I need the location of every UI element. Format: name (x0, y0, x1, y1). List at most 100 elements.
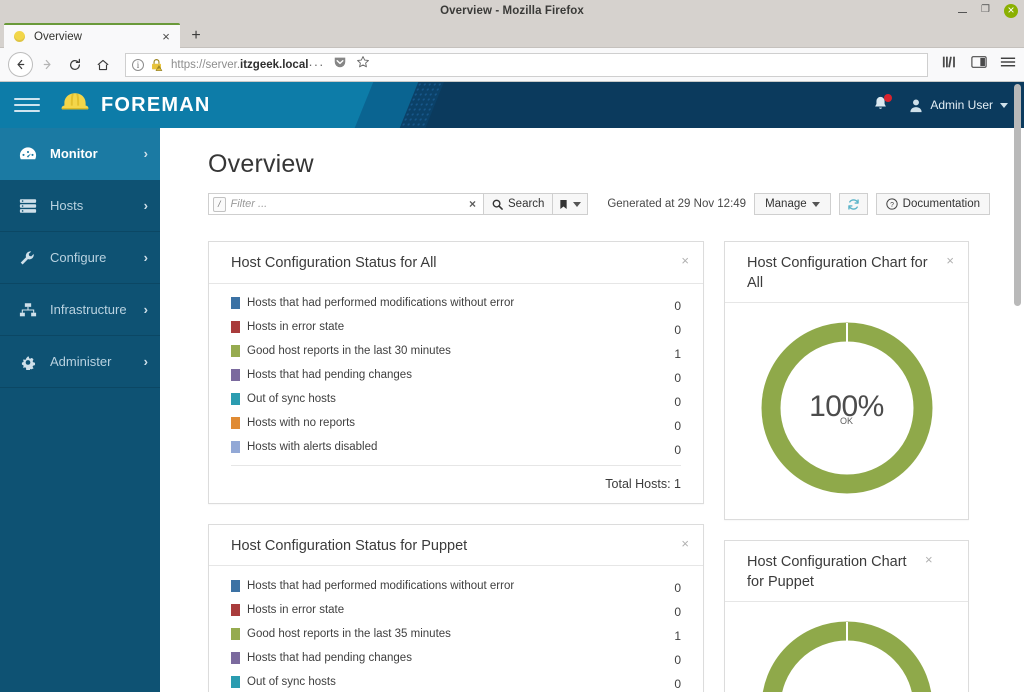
widget-title: Host Configuration Status for All (231, 255, 437, 271)
reload-icon (70, 58, 80, 70)
brand[interactable]: FOREMAN (60, 91, 211, 120)
manage-button[interactable]: Manage (754, 193, 831, 215)
library-icon[interactable] (942, 55, 958, 74)
donut-status: OK (839, 416, 853, 427)
widget-header: Host Configuration Chart for Puppet × (725, 541, 968, 603)
lock-warning-icon[interactable] (150, 58, 163, 71)
pocket-icon[interactable] (333, 55, 347, 74)
svg-text:?: ? (890, 202, 894, 209)
list-item[interactable]: Hosts with alerts disabled 0 (231, 438, 681, 457)
reload-button[interactable] (61, 51, 89, 79)
list-item[interactable]: Hosts with no reports 0 (231, 414, 681, 433)
tab-close-icon[interactable]: × (158, 30, 174, 43)
legend-label: Out of sync hosts (247, 393, 336, 406)
hamburger-menu-icon[interactable] (1000, 55, 1016, 74)
search-shortcut-badge: / (213, 196, 226, 212)
foreman-favicon-icon (14, 31, 25, 42)
close-button[interactable] (1004, 2, 1018, 19)
legend-swatch (231, 579, 240, 592)
widget-host-configuration-status-all: Host Configuration Status for All × Host… (208, 241, 704, 504)
legend-label: Hosts that had performed modifications w… (247, 297, 515, 310)
legend-value: 0 (674, 677, 681, 692)
close-icon[interactable]: × (925, 553, 933, 566)
notifications-button[interactable] (872, 94, 893, 115)
list-item[interactable]: Hosts that had performed modifications w… (231, 294, 681, 313)
list-item[interactable]: Hosts that had pending changes 0 (231, 366, 681, 385)
list-item[interactable]: Hosts in error state 0 (231, 318, 681, 337)
sidebar-item-configure[interactable]: Configure › (0, 232, 160, 284)
new-tab-button[interactable]: + (182, 23, 210, 48)
refresh-button[interactable] (838, 193, 868, 215)
list-item[interactable]: Good host reports in the last 35 minutes… (231, 624, 681, 643)
chevron-right-icon: › (143, 198, 148, 213)
bookmark-dropdown-button[interactable] (552, 193, 589, 215)
forward-button[interactable] (33, 51, 61, 79)
wrench-icon (18, 250, 37, 266)
sidebar-item-monitor[interactable]: Monitor › (0, 128, 160, 180)
user-avatar-icon (910, 98, 922, 112)
close-icon[interactable]: × (681, 537, 689, 550)
donut-chart-puppet[interactable]: 100% OK (758, 618, 936, 692)
browser-toolbar-right (936, 55, 1016, 74)
list-item[interactable]: Hosts in error state 0 (231, 600, 681, 619)
gear-icon (18, 354, 37, 370)
home-button[interactable] (89, 51, 117, 79)
donut-center-label: 100% OK (758, 618, 936, 692)
page-scrollbar[interactable] (1013, 82, 1022, 692)
tab-strip: Overview × + (0, 22, 1024, 48)
sidebar-icon[interactable] (971, 55, 987, 74)
url-bar[interactable]: i https://server.itzgeek.local ··· (125, 52, 928, 77)
widget-title: Host Configuration Chart for Puppet (747, 554, 907, 590)
close-icon[interactable]: × (681, 254, 689, 267)
list-item[interactable]: Good host reports in the last 30 minutes… (231, 342, 681, 361)
legend-swatch (231, 651, 240, 664)
site-identity[interactable]: i (132, 58, 163, 71)
total-hosts-label: Total Hosts: 1 (231, 464, 681, 491)
widget-host-configuration-status-puppet: Host Configuration Status for Puppet × H… (208, 523, 704, 692)
dashboard-grid: Host Configuration Status for All × Host… (208, 241, 990, 692)
tab-title: Overview (34, 30, 82, 43)
sidebar-item-administer[interactable]: Administer › (0, 336, 160, 388)
donut-chart-all[interactable]: 100% OK (758, 319, 936, 497)
list-item[interactable]: Hosts that had performed modifications w… (231, 576, 681, 595)
legend-label: Good host reports in the last 30 minutes (247, 345, 451, 358)
forward-arrow-icon (43, 59, 51, 70)
list-item[interactable]: Out of sync hosts 0 (231, 390, 681, 409)
widget-header: Host Configuration Status for All × (209, 242, 703, 284)
user-menu[interactable]: Admin User (909, 98, 1008, 113)
search-button[interactable]: Search (483, 193, 554, 215)
chevron-right-icon: › (143, 146, 148, 161)
page-actions-icon[interactable]: ··· (308, 58, 324, 71)
close-icon[interactable]: × (946, 254, 954, 267)
search-input[interactable]: / Filter ... × (208, 193, 484, 215)
manage-button-label: Manage (765, 198, 807, 210)
legend-swatch (231, 675, 240, 688)
sitemap-icon (18, 302, 37, 318)
toolbar: / Filter ... × Search Generated at 29 No… (208, 193, 990, 215)
legend-value: 1 (674, 346, 681, 361)
legend-value: 0 (674, 581, 681, 596)
chevron-down-icon (1000, 102, 1008, 108)
chevron-right-icon: › (143, 250, 148, 265)
minimize-button[interactable] (956, 5, 969, 18)
donut-center-label: 100% OK (758, 319, 936, 497)
legend-swatch (231, 297, 240, 310)
foreman-app: FOREMAN Admin User Monitor › Hosts › Con… (0, 82, 1024, 692)
scrollbar-thumb[interactable] (1014, 84, 1021, 306)
back-button[interactable] (8, 52, 33, 77)
list-item[interactable]: Hosts that had pending changes 0 (231, 648, 681, 667)
list-item[interactable]: Out of sync hosts 0 (231, 672, 681, 691)
maximize-button[interactable] (980, 3, 993, 18)
chevron-right-icon: › (143, 302, 148, 317)
sidebar-item-infrastructure[interactable]: Infrastructure › (0, 284, 160, 336)
documentation-button[interactable]: ? Documentation (875, 193, 990, 215)
legend-label: Good host reports in the last 35 minutes (247, 627, 451, 640)
menu-toggle-icon[interactable] (14, 92, 40, 118)
tab-overview[interactable]: Overview × (4, 23, 180, 48)
page-info-icon[interactable]: i (132, 58, 144, 71)
widget-header: Host Configuration Status for Puppet × (209, 525, 703, 567)
clear-search-icon[interactable]: × (466, 197, 479, 211)
bookmark-star-icon[interactable] (356, 55, 370, 74)
bookmark-icon (560, 199, 568, 209)
sidebar-item-hosts[interactable]: Hosts › (0, 180, 160, 232)
